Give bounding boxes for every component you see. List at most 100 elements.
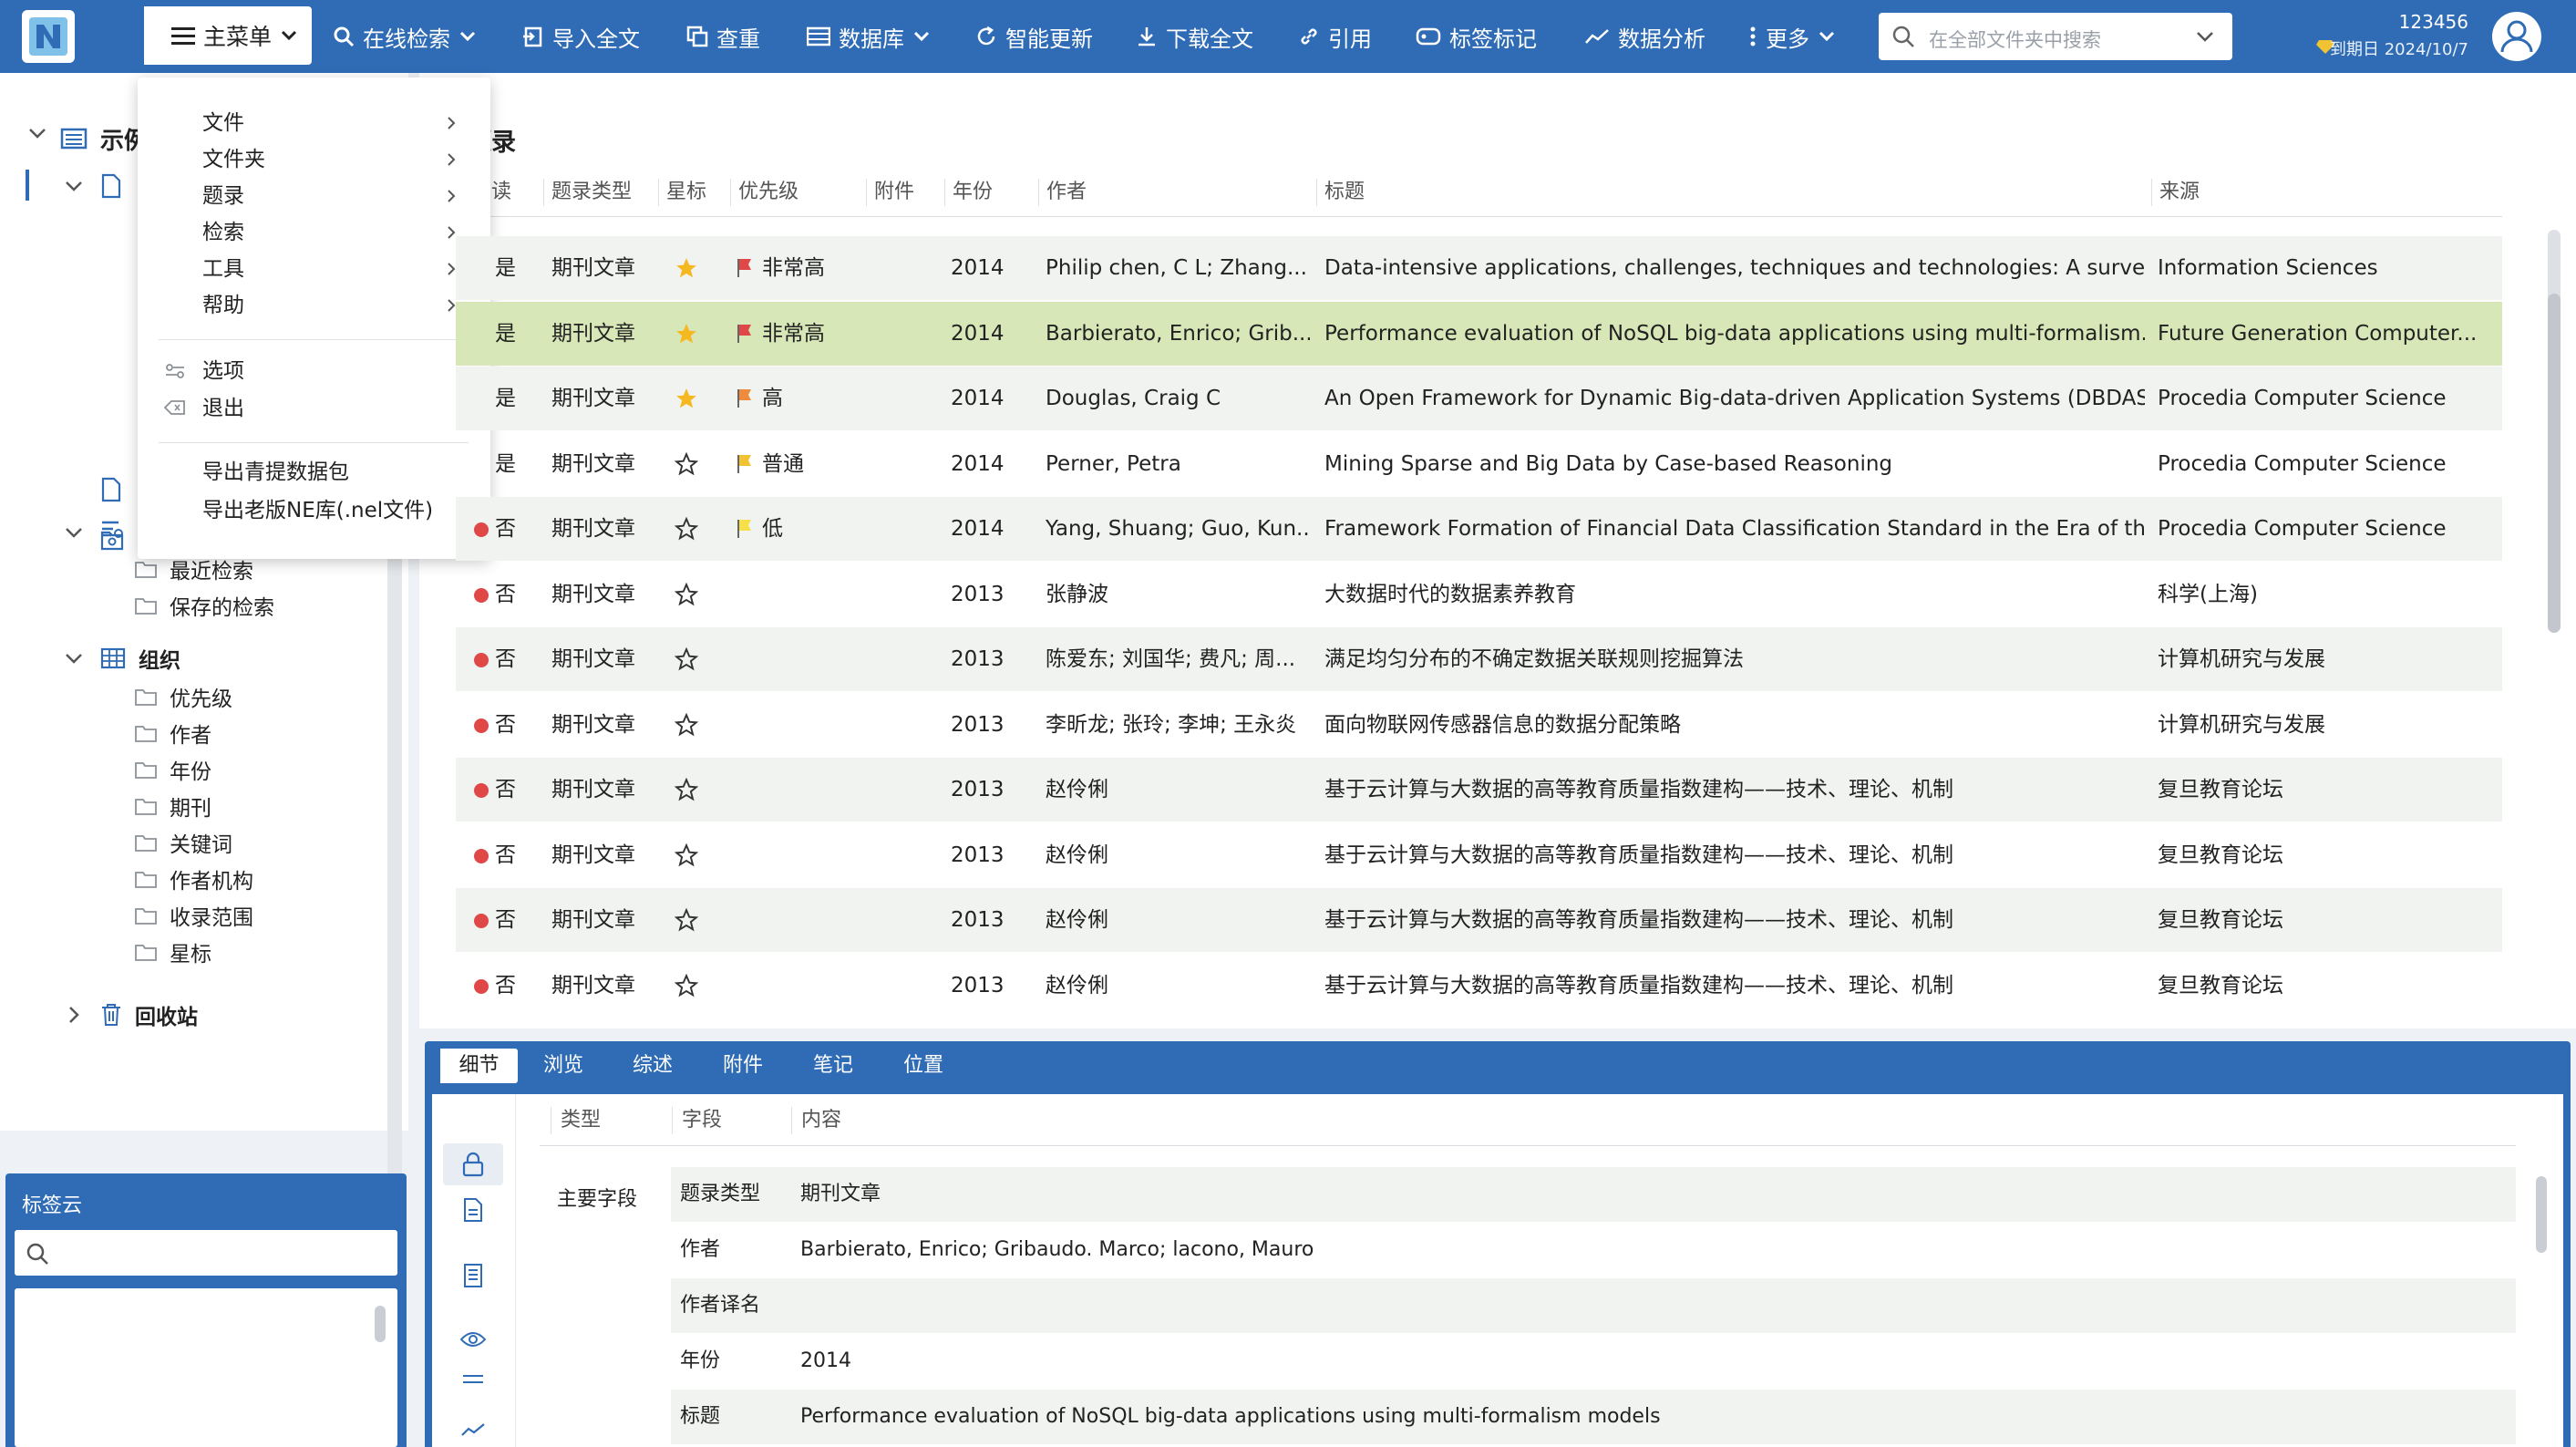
table-row[interactable]: 是 期刊文章 非常高 2014 Philip chen, C L; Zhang... Da…: [456, 236, 2502, 300]
download-fulltext-button[interactable]: 下载全文: [1136, 0, 1253, 73]
import-fulltext-button[interactable]: 导入全文: [522, 0, 640, 73]
chevron-right-icon[interactable]: [64, 1005, 84, 1025]
folder-search-input[interactable]: 在全部文件夹中搜索: [1879, 13, 2232, 60]
detail-tab-active[interactable]: 细节: [436, 1049, 518, 1083]
menu-item-export-qingti[interactable]: 导出青提数据包: [202, 457, 349, 488]
column-header-title[interactable]: 标题: [1316, 179, 1365, 206]
star-icon[interactable]: [675, 627, 711, 691]
tree-item-org[interactable]: 收录范围: [135, 899, 253, 932]
list-icon[interactable]: [443, 1359, 503, 1400]
table-row[interactable]: 否 期刊文章 2013 李昕龙; 张玲; 李坤; 王永炎 面向物联网传感器信息的数据分配…: [456, 693, 2502, 757]
cell-priority: [737, 563, 864, 626]
menu-item[interactable]: 题录: [202, 181, 244, 212]
star-icon[interactable]: [675, 563, 711, 626]
tree-root[interactable]: 示例: [60, 122, 148, 155]
data-analysis-button[interactable]: 数据分析: [1584, 0, 1705, 73]
menu-item[interactable]: 工具: [202, 253, 244, 284]
tree-item-org[interactable]: 期刊: [135, 790, 211, 822]
table-row[interactable]: 是 期刊文章 非常高 2014 Barbierato, Enrico; Grib... P…: [456, 302, 2502, 366]
detail-tab[interactable]: 笔记: [803, 1049, 863, 1083]
detail-field-row[interactable]: 年份 2014: [671, 1334, 2516, 1389]
star-icon[interactable]: [675, 236, 711, 300]
column-header-priority[interactable]: 优先级: [730, 179, 799, 206]
detail-tab[interactable]: 浏览: [533, 1049, 593, 1083]
tree-item-organize[interactable]: 组织: [100, 642, 180, 675]
list-scrollbar-thumb[interactable]: [2548, 294, 2561, 633]
read-status: 否: [495, 778, 516, 801]
column-header-attachment[interactable]: 附件: [866, 179, 914, 206]
star-icon[interactable]: [675, 888, 711, 952]
table-row[interactable]: 否 期刊文章 2013 赵伶俐 基于云计算与大数据的高等教育质量指数建构——技术、理论、…: [456, 888, 2502, 952]
star-icon[interactable]: [675, 432, 711, 496]
tree-item-org[interactable]: 作者: [135, 717, 211, 749]
tag-mark-button[interactable]: 标签标记: [1416, 0, 1537, 73]
tree-item-org[interactable]: 作者机构: [135, 863, 253, 895]
chevron-down-icon[interactable]: [2196, 31, 2214, 44]
table-row[interactable]: 是 期刊文章 高 2014 Douglas, Craig C An Open Framew…: [456, 367, 2502, 430]
menu-item[interactable]: 检索: [202, 217, 244, 248]
star-icon[interactable]: [675, 497, 711, 561]
tree-item-org[interactable]: 优先级: [135, 680, 232, 713]
tree-item-org[interactable]: 关键词: [135, 826, 232, 859]
smart-update-button[interactable]: 智能更新: [975, 0, 1093, 73]
tree-item-org[interactable]: 星标: [135, 935, 211, 968]
column-header-year[interactable]: 年份: [944, 179, 993, 206]
star-icon[interactable]: [675, 823, 711, 887]
menu-item-export-old-ne[interactable]: 导出老版NE库(.nel文件): [202, 495, 433, 526]
column-header-author[interactable]: 作者: [1038, 179, 1087, 206]
chevron-down-icon[interactable]: [64, 522, 84, 543]
tag-cloud-scrollbar[interactable]: [375, 1306, 386, 1342]
table-row[interactable]: 否 期刊文章 2013 陈爱东; 刘国华; 费凡; 周... 满足均匀分布的不确定数据关…: [456, 627, 2502, 691]
main-menu-button[interactable]: 主菜单: [139, 6, 312, 65]
table-row[interactable]: 否 期刊文章 2013 赵伶俐 基于云计算与大数据的高等教育质量指数建构——技术、理论、…: [456, 758, 2502, 822]
tree-item-recycle-bin[interactable]: 回收站: [100, 998, 198, 1031]
table-row[interactable]: 否 期刊文章 2013 张静波 大数据时代的数据素养教育 科学(上海): [456, 563, 2502, 626]
tag-search-input[interactable]: [15, 1230, 397, 1276]
table-row[interactable]: 否 期刊文章 低 2014 Yang, Shuang; Guo, Kun... Frame…: [456, 497, 2502, 561]
table-row[interactable]: 否 期刊文章 2013 赵伶俐 基于云计算与大数据的高等教育质量指数建构——技术、理论、…: [456, 823, 2502, 887]
tree-item-saved-search[interactable]: 保存的检索: [135, 589, 274, 622]
column-header-type[interactable]: 题录类型: [543, 179, 632, 206]
star-icon[interactable]: [675, 302, 711, 366]
table-row[interactable]: 是 期刊文章 普通 2014 Perner, Petra Mining Sparse an…: [456, 432, 2502, 496]
detail-tab[interactable]: 综述: [623, 1049, 683, 1083]
eye-icon[interactable]: [443, 1318, 503, 1360]
chevron-down-icon[interactable]: [64, 176, 84, 196]
cite-button[interactable]: 引用: [1298, 0, 1372, 73]
dedupe-button[interactable]: 查重: [686, 0, 760, 73]
detail-field-row[interactable]: 作者 Barbierato, Enrico; Gribaudo. Marco; l…: [671, 1223, 2516, 1277]
column-header-source[interactable]: 来源: [2151, 179, 2200, 206]
detail-tab[interactable]: 附件: [713, 1049, 773, 1083]
chevron-down-icon[interactable]: [27, 123, 47, 143]
menu-item-exit[interactable]: 退出: [202, 393, 244, 424]
star-icon[interactable]: [675, 367, 711, 430]
database-button[interactable]: 数据库: [807, 0, 938, 73]
detail-scrollbar[interactable]: [2536, 1176, 2547, 1253]
lock-icon[interactable]: [443, 1143, 503, 1185]
chart-icon[interactable]: [443, 1409, 503, 1447]
document-icon[interactable]: [443, 1189, 503, 1231]
chevron-down-icon[interactable]: [64, 648, 84, 668]
star-icon[interactable]: [675, 758, 711, 822]
star-icon[interactable]: [675, 954, 711, 1018]
detail-field-value: Performance evaluation of NoSQL big-data…: [800, 1405, 1661, 1428]
menu-item[interactable]: 文件夹: [202, 144, 265, 175]
online-search-button[interactable]: 在线检索: [333, 0, 484, 73]
cell-author: 赵伶俐: [1046, 908, 1108, 932]
user-avatar[interactable]: [2492, 12, 2541, 61]
menu-item-options[interactable]: 选项: [202, 356, 244, 387]
more-button[interactable]: 更多: [1748, 0, 1843, 73]
detail-field-row[interactable]: 题录类型 期刊文章: [671, 1167, 2516, 1222]
detail-field-row[interactable]: 标题 Performance evaluation of NoSQL big-da…: [671, 1390, 2516, 1444]
notes-icon[interactable]: [443, 1255, 503, 1297]
tree-item-org[interactable]: 年份: [135, 753, 211, 786]
user-icon: [2492, 12, 2541, 61]
detail-tab[interactable]: 位置: [893, 1049, 953, 1083]
star-icon[interactable]: [675, 693, 711, 757]
menu-item[interactable]: 文件: [202, 108, 244, 139]
column-header-star[interactable]: 星标: [658, 179, 706, 206]
table-row[interactable]: 否 期刊文章 2013 赵伶俐 基于云计算与大数据的高等教育质量指数建构——技术、理论、…: [456, 954, 2502, 1018]
menu-item[interactable]: 帮助: [202, 290, 244, 321]
detail-field-row[interactable]: 作者译名: [671, 1278, 2516, 1333]
unread-dot-icon: [474, 848, 489, 863]
